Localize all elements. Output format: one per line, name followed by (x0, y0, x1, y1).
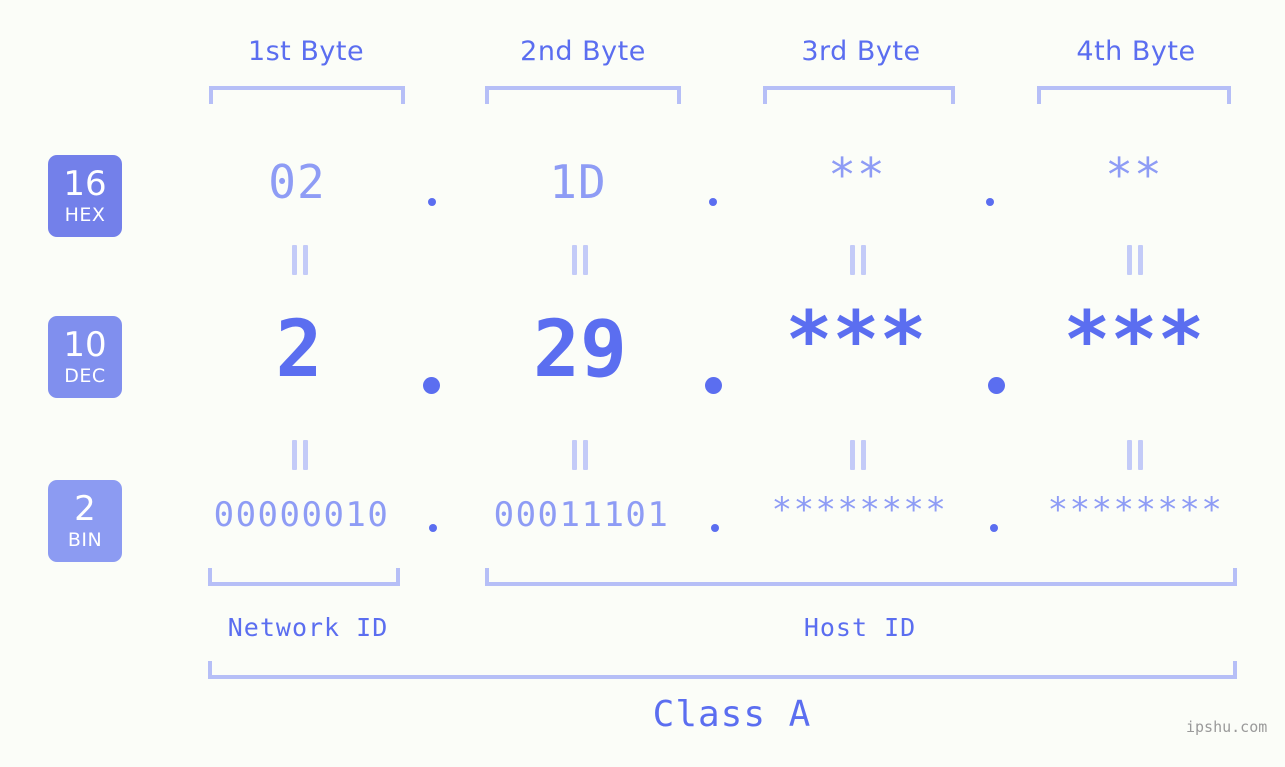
equality-connector-hex-dec-4 (1124, 245, 1146, 275)
dec-dot-1 (423, 377, 440, 394)
byte-header-1: 1st Byte (247, 36, 365, 67)
site-watermark: ipshu.com (1186, 718, 1268, 736)
base-badge-hex-name: HEX (64, 204, 106, 226)
network-id-bracket (208, 568, 400, 586)
host-id-label: Host ID (803, 613, 917, 642)
base-badge-dec-name: DEC (64, 365, 106, 387)
equality-connector-hex-dec-2 (569, 245, 591, 275)
bin-dot-1 (429, 524, 437, 532)
dec-byte-3: *** (785, 296, 927, 386)
hex-byte-2: 1D (549, 155, 607, 209)
byte-bracket-4 (1037, 86, 1231, 104)
bin-byte-2: 00011101 (493, 495, 670, 535)
dec-byte-4: *** (1063, 296, 1205, 386)
hex-byte-3: ** (828, 148, 886, 202)
equality-connector-dec-bin-2 (569, 440, 591, 470)
ip-address-breakdown-diagram: 1st Byte 2nd Byte 3rd Byte 4th Byte 16 H… (0, 0, 1285, 767)
base-badge-dec-number: 10 (63, 325, 107, 365)
dec-byte-1: 2 (275, 305, 323, 395)
byte-bracket-1 (209, 86, 405, 104)
dec-byte-2: 29 (533, 305, 627, 395)
base-badge-dec: 10 DEC (48, 316, 122, 398)
bin-dot-2 (711, 524, 719, 532)
byte-bracket-3 (763, 86, 955, 104)
bin-dot-3 (990, 524, 998, 532)
base-badge-bin: 2 BIN (48, 480, 122, 562)
hex-byte-4: ** (1105, 148, 1163, 202)
equality-connector-dec-bin-3 (847, 440, 869, 470)
base-badge-hex-number: 16 (63, 164, 107, 204)
equality-connector-hex-dec-3 (847, 245, 869, 275)
base-badge-bin-number: 2 (74, 489, 96, 529)
bin-byte-1: 00000010 (213, 495, 390, 535)
hex-dot-2 (709, 198, 717, 206)
class-label: Class A (652, 694, 812, 735)
network-id-label: Network ID (227, 613, 389, 642)
equality-connector-dec-bin-4 (1124, 440, 1146, 470)
host-id-bracket (485, 568, 1237, 586)
bin-byte-4: ******** (1047, 490, 1224, 530)
base-badge-bin-name: BIN (67, 529, 103, 551)
class-bracket (208, 661, 1237, 679)
equality-connector-hex-dec-1 (289, 245, 311, 275)
dec-dot-2 (705, 377, 722, 394)
byte-header-3: 3rd Byte (801, 36, 921, 67)
bin-byte-3: ******** (771, 490, 948, 530)
dec-dot-3 (988, 377, 1005, 394)
base-badge-hex: 16 HEX (48, 155, 122, 237)
hex-dot-1 (428, 198, 436, 206)
byte-bracket-2 (485, 86, 681, 104)
byte-header-4: 4th Byte (1076, 36, 1196, 67)
equality-connector-dec-bin-1 (289, 440, 311, 470)
byte-header-2: 2nd Byte (520, 36, 646, 67)
hex-byte-1: 02 (268, 155, 326, 209)
hex-dot-3 (986, 198, 994, 206)
